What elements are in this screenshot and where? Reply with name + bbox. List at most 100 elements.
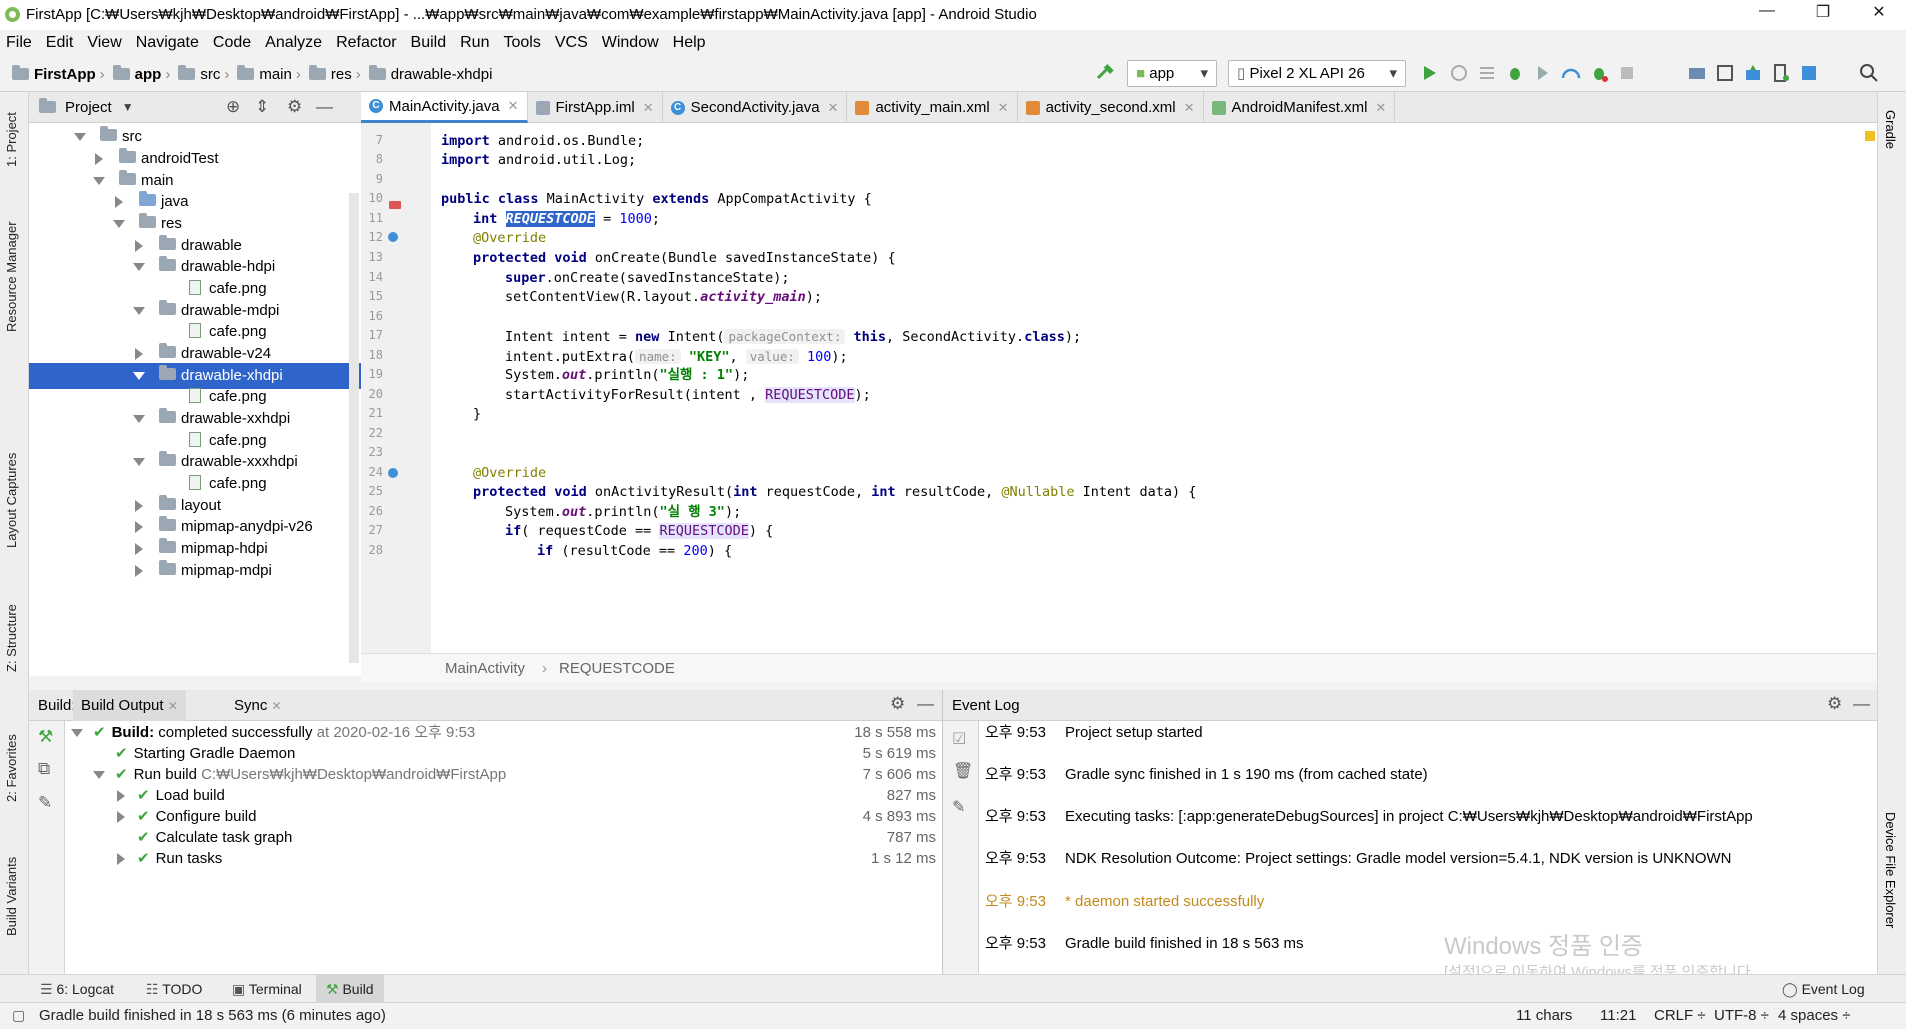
breadcrumb-res[interactable]: res <box>331 66 352 83</box>
tab-androidmanifest-xml[interactable]: AndroidManifest.xml ✕ <box>1204 92 1396 123</box>
expand-arrow-icon[interactable] <box>93 771 105 780</box>
collapse-arrow-icon[interactable] <box>135 348 143 361</box>
build-row[interactable]: ✔ Build: completed successfully at 2020-0… <box>71 722 942 743</box>
make-project-hammer-icon[interactable] <box>1094 62 1116 84</box>
stripe-layout-captures[interactable]: Layout Captures <box>4 453 19 548</box>
build-row[interactable]: ✔ Configure build 4 s 893 ms <box>115 806 942 827</box>
collapse-arrow-icon[interactable] <box>135 543 143 556</box>
collapse-all-icon[interactable]: ⇕ <box>255 97 269 117</box>
collapse-arrow-icon[interactable] <box>135 500 143 513</box>
tab-sync[interactable]: Sync ✕ <box>234 697 282 714</box>
attach-debugger-icon[interactable] <box>1588 62 1610 84</box>
pin-icon[interactable]: ✎ <box>38 793 52 813</box>
sync-project-icon[interactable] <box>1686 62 1708 84</box>
close-tab-icon[interactable]: ✕ <box>998 100 1009 116</box>
analysis-warning-icon[interactable] <box>1865 131 1875 141</box>
close-tab-icon[interactable]: ✕ <box>508 98 519 114</box>
editor-breadcrumb-field[interactable]: REQUESTCODE <box>559 654 675 683</box>
build-row[interactable]: ✔ Starting Gradle Daemon 5 s 619 ms <box>115 743 942 764</box>
menu-build[interactable]: Build <box>404 30 454 56</box>
menu-navigate[interactable]: Navigate <box>129 30 206 56</box>
tab-activity-main-xml[interactable]: activity_main.xml ✕ <box>847 92 1018 123</box>
expand-arrow-icon[interactable] <box>74 133 86 142</box>
locate-icon[interactable]: ⊕ <box>226 97 240 117</box>
status-toggle-icon[interactable]: ▢ <box>12 1007 25 1024</box>
stripe-structure[interactable]: Z: Structure <box>4 604 19 672</box>
menu-refactor[interactable]: Refactor <box>329 30 403 56</box>
breadcrumb-app[interactable]: app <box>135 66 162 83</box>
wrench-icon[interactable]: ✎ <box>952 797 965 817</box>
chevron-down-icon[interactable]: ▼ <box>122 100 134 114</box>
debug-icon[interactable] <box>1504 62 1526 84</box>
code-editor[interactable]: import android.os.Bundle; import android… <box>431 123 1877 653</box>
run-with-coverage-icon[interactable] <box>1532 62 1554 84</box>
breadcrumb-main[interactable]: main <box>259 66 292 83</box>
minimize-button[interactable]: — <box>1744 2 1790 28</box>
tab-todo[interactable]: ☷ TODO <box>146 975 202 1003</box>
menu-vcs[interactable]: VCS <box>548 30 595 56</box>
override-method-icon[interactable] <box>388 232 398 242</box>
collapse-arrow-icon[interactable] <box>135 565 143 578</box>
close-tab-icon[interactable]: ✕ <box>643 100 654 116</box>
status-cursor-position[interactable]: 11:21 <box>1600 1007 1636 1024</box>
collapse-arrow-icon[interactable] <box>135 240 143 253</box>
menu-help[interactable]: Help <box>666 30 713 56</box>
expand-arrow-icon[interactable] <box>133 415 145 424</box>
breadcrumb-drawable-xhdpi[interactable]: drawable-xhdpi <box>391 66 493 83</box>
gear-icon[interactable]: ⚙ <box>890 694 905 714</box>
layout-preview-icon[interactable] <box>389 201 401 209</box>
close-tab-icon[interactable]: ✕ <box>1184 100 1195 116</box>
avd-manager-icon[interactable] <box>1714 62 1736 84</box>
run-config-select[interactable]: ■ app ▾ <box>1127 60 1217 87</box>
tab-logcat[interactable]: ☰ 6: Logcat <box>40 975 114 1003</box>
hide-panel-icon[interactable]: — <box>917 694 934 714</box>
status-line-separator[interactable]: CRLF ÷ <box>1654 1007 1706 1024</box>
trash-icon[interactable]: 🗑 <box>953 761 973 781</box>
hide-panel-icon[interactable]: — <box>1853 694 1870 714</box>
stripe-project[interactable]: 1: Project <box>4 112 19 167</box>
breadcrumb-firstapp[interactable]: FirstApp <box>34 66 96 83</box>
stripe-favorites[interactable]: 2: Favorites <box>4 734 19 802</box>
stripe-gradle[interactable]: Gradle <box>1883 110 1898 149</box>
profile-icon[interactable] <box>1560 62 1582 84</box>
close-tab-icon[interactable]: ✕ <box>828 100 839 116</box>
apply-changes-icon[interactable] <box>1448 62 1470 84</box>
expand-arrow-icon[interactable] <box>133 372 145 381</box>
toggle-view-icon[interactable]: ⧉ <box>38 759 50 779</box>
tab-firstapp-iml[interactable]: FirstApp.iml ✕ <box>528 92 663 123</box>
sdk-manager-icon[interactable] <box>1742 62 1764 84</box>
event-entry[interactable]: 오후 9:53 Gradle sync finished in 1 s 190 m… <box>985 764 1428 786</box>
build-row[interactable]: ✔ Calculate task graph 787 ms <box>137 827 942 848</box>
expand-arrow-icon[interactable] <box>93 177 105 186</box>
stripe-build-variants[interactable]: Build Variants <box>4 857 19 936</box>
menu-analyze[interactable]: Analyze <box>258 30 329 56</box>
collapse-arrow-icon[interactable] <box>115 196 123 209</box>
device-manager-icon[interactable] <box>1770 62 1792 84</box>
expand-arrow-icon[interactable] <box>133 263 145 272</box>
override-method-icon[interactable] <box>388 468 398 478</box>
menu-code[interactable]: Code <box>206 30 258 56</box>
tree-scrollbar[interactable] <box>349 193 359 663</box>
build-row[interactable]: ✔ Load build 827 ms <box>115 785 942 806</box>
collapse-arrow-icon[interactable] <box>117 853 125 866</box>
breadcrumb-src[interactable]: src <box>200 66 220 83</box>
status-encoding[interactable]: UTF-8 ÷ <box>1714 1007 1769 1024</box>
project-structure-icon[interactable] <box>1798 62 1820 84</box>
status-message[interactable]: Gradle build finished in 18 s 563 ms (6 … <box>39 1007 386 1024</box>
menu-window[interactable]: Window <box>595 30 666 56</box>
collapse-arrow-icon[interactable] <box>95 153 103 166</box>
build-row[interactable]: ✔ Run build C:₩Users₩kjh₩Desktop₩android₩… <box>93 764 942 785</box>
tab-mainactivity-java[interactable]: C MainActivity.java ✕ <box>361 92 528 123</box>
maximize-button[interactable]: ❐ <box>1800 2 1846 28</box>
tab-activity-second-xml[interactable]: activity_second.xml ✕ <box>1018 92 1204 123</box>
close-button[interactable]: ✕ <box>1856 2 1902 28</box>
search-icon[interactable] <box>1858 62 1880 84</box>
event-entry[interactable]: 오후 9:53 NDK Resolution Outcome: Project s… <box>985 848 1732 870</box>
device-select[interactable]: ▯ Pixel 2 XL API 26 ▾ <box>1228 60 1406 87</box>
tree-item-mipmap-mdpi[interactable]: mipmap-mdpi <box>29 558 361 584</box>
build-row[interactable]: ✔ Run tasks 1 s 12 ms <box>115 848 942 869</box>
menu-edit[interactable]: Edit <box>39 30 81 56</box>
apply-code-changes-icon[interactable] <box>1476 62 1498 84</box>
tab-secondactivity-java[interactable]: C SecondActivity.java ✕ <box>663 92 848 123</box>
close-tab-icon[interactable]: ✕ <box>1375 100 1386 116</box>
